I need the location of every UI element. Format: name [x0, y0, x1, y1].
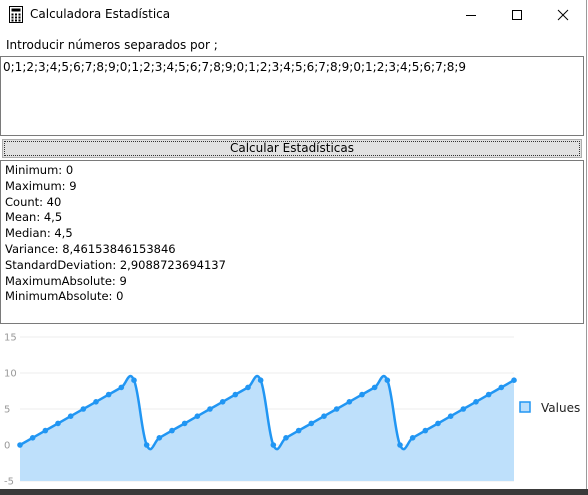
data-point [473, 399, 479, 405]
data-point [219, 399, 226, 405]
data-point [194, 413, 201, 419]
maximize-button[interactable] [494, 0, 540, 30]
data-point [257, 377, 264, 383]
data-point [359, 391, 365, 398]
stat-count: Count: 40 [5, 194, 62, 209]
data-point [143, 442, 150, 448]
data-point [498, 384, 505, 391]
data-point [42, 427, 49, 434]
data-point [118, 384, 125, 391]
data-point [308, 420, 315, 427]
data-point [422, 427, 429, 434]
series-area [20, 376, 514, 481]
y-tick-label: 10 [4, 369, 17, 380]
y-tick-label: 5 [4, 405, 10, 416]
data-point [333, 406, 340, 412]
data-point [435, 420, 441, 427]
data-point [131, 377, 137, 383]
values-chart: 15 10 5 0 -5 Values [4, 333, 580, 488]
data-point [485, 391, 492, 398]
taskbar-strip [0, 489, 588, 495]
minimize-icon [466, 15, 476, 16]
stat-median: Median: 4,5 [5, 226, 73, 241]
data-point [29, 435, 36, 441]
data-point [409, 435, 416, 441]
stat-std-deviation: StandardDeviation: 2,9088723694137 [5, 257, 226, 272]
legend-label: Values [541, 401, 580, 415]
data-point [295, 427, 302, 434]
data-point [169, 427, 175, 434]
stat-maximum-absolute: MaximumAbsolute: 9 [5, 273, 127, 288]
numbers-input[interactable]: 0;1;2;3;4;5;6;7;8;9;0;1;2;3;4;5;6;7;8;9;… [0, 56, 584, 136]
data-point [245, 384, 251, 391]
data-point [283, 435, 289, 441]
title-bar: Calculadora Estadística [0, 0, 586, 30]
data-point [207, 406, 213, 412]
data-point [511, 377, 517, 383]
legend-swatch [519, 401, 531, 413]
stat-minimum-absolute: MinimumAbsolute: 0 [5, 289, 124, 304]
calculate-button[interactable]: Calcular Estadísticas [2, 139, 582, 158]
data-point [232, 391, 239, 398]
data-point [397, 442, 403, 448]
data-point [371, 384, 378, 391]
main-window: Calculadora Estadística Introducir númer… [0, 0, 587, 495]
data-point [17, 442, 23, 448]
minimize-button[interactable] [448, 0, 494, 30]
data-point [93, 399, 99, 405]
stat-maximum: Maximum: 9 [5, 178, 77, 193]
stat-variance: Variance: 8,46153846153846 [5, 241, 176, 256]
stat-mean: Mean: 4,5 [5, 210, 63, 225]
stats-output: Minimum: 0 Maximum: 9 Count: 40 Mean: 4,… [0, 160, 584, 324]
y-tick-label: 0 [4, 441, 10, 452]
y-tick-label: -5 [4, 477, 14, 488]
data-point [270, 442, 277, 448]
maximize-icon [512, 10, 522, 20]
data-point [105, 391, 112, 398]
data-point [346, 399, 353, 405]
calculator-icon [9, 6, 23, 23]
y-tick-label: 15 [4, 333, 17, 344]
data-point [156, 435, 163, 441]
data-point [384, 377, 391, 383]
input-prompt-label: Introducir números separados por ; [6, 38, 218, 52]
data-point [460, 406, 467, 412]
data-point [67, 413, 74, 419]
window-title: Calculadora Estadística [30, 7, 171, 21]
data-point [55, 420, 61, 427]
data-point [447, 413, 454, 419]
data-point [181, 420, 188, 427]
data-point [321, 413, 327, 419]
close-icon [557, 9, 569, 21]
data-point [80, 406, 87, 412]
close-button[interactable] [540, 0, 586, 30]
stat-minimum: Minimum: 0 [5, 163, 74, 177]
